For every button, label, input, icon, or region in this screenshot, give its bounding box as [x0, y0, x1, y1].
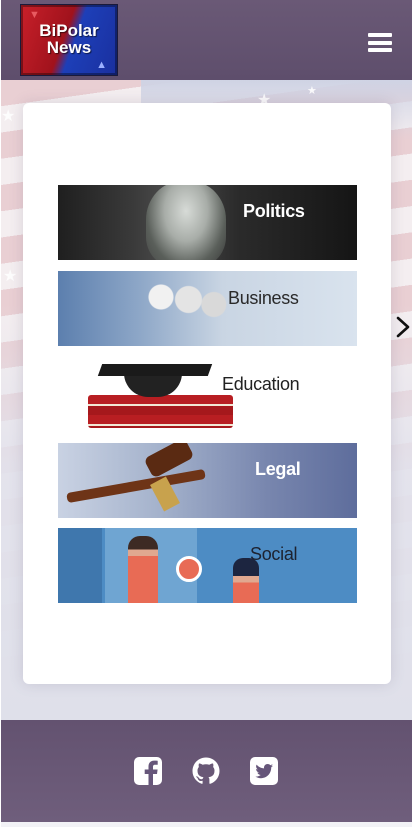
- person-illustration: [128, 536, 158, 603]
- star-icon: ★: [1, 108, 16, 125]
- category-label: Social: [250, 544, 298, 564]
- category-social[interactable]: Social: [58, 528, 357, 603]
- graduation-cap-board: [97, 364, 213, 376]
- category-label: Education: [222, 374, 300, 394]
- category-education[interactable]: Education: [58, 357, 357, 432]
- category-label: Business: [228, 288, 299, 308]
- category-card: Politics Business Education Legal Social: [23, 103, 391, 684]
- github-icon[interactable]: [191, 756, 221, 786]
- coins-image: [128, 277, 238, 327]
- logo-text-line2: News: [46, 38, 92, 57]
- hamburger-icon[interactable]: [368, 33, 392, 52]
- category-legal[interactable]: Legal: [58, 443, 357, 518]
- social-panel: [58, 528, 102, 603]
- site-header: ▼ BiPolar News ▲: [1, 0, 412, 80]
- category-label: Politics: [243, 201, 305, 221]
- logo-text: BiPolar News: [21, 22, 117, 56]
- site-logo[interactable]: ▼ BiPolar News ▲: [20, 4, 118, 76]
- facebook-icon[interactable]: [133, 756, 163, 786]
- lincoln-bust-image: [146, 185, 226, 260]
- category-politics[interactable]: Politics: [58, 185, 357, 260]
- donkey-icon: ▼: [29, 9, 40, 21]
- app-frame: ▼ BiPolar News ▲ ★ ★ ★ ★ Politics Busine…: [1, 0, 412, 827]
- twitter-icon[interactable]: [249, 756, 279, 786]
- star-icon: ★: [3, 268, 18, 285]
- camera-icon: [176, 556, 202, 582]
- site-footer: [1, 720, 412, 822]
- graduation-cap-image: [124, 373, 182, 397]
- category-business[interactable]: Business: [58, 271, 357, 346]
- gavel-image: [66, 468, 206, 504]
- books-image: [88, 395, 233, 428]
- category-label: Legal: [255, 459, 301, 479]
- chevron-right-icon[interactable]: [395, 316, 411, 338]
- elephant-icon: ▲: [96, 59, 107, 71]
- logo-text-line1: BiPolar: [39, 21, 99, 40]
- star-icon: ★: [307, 85, 317, 97]
